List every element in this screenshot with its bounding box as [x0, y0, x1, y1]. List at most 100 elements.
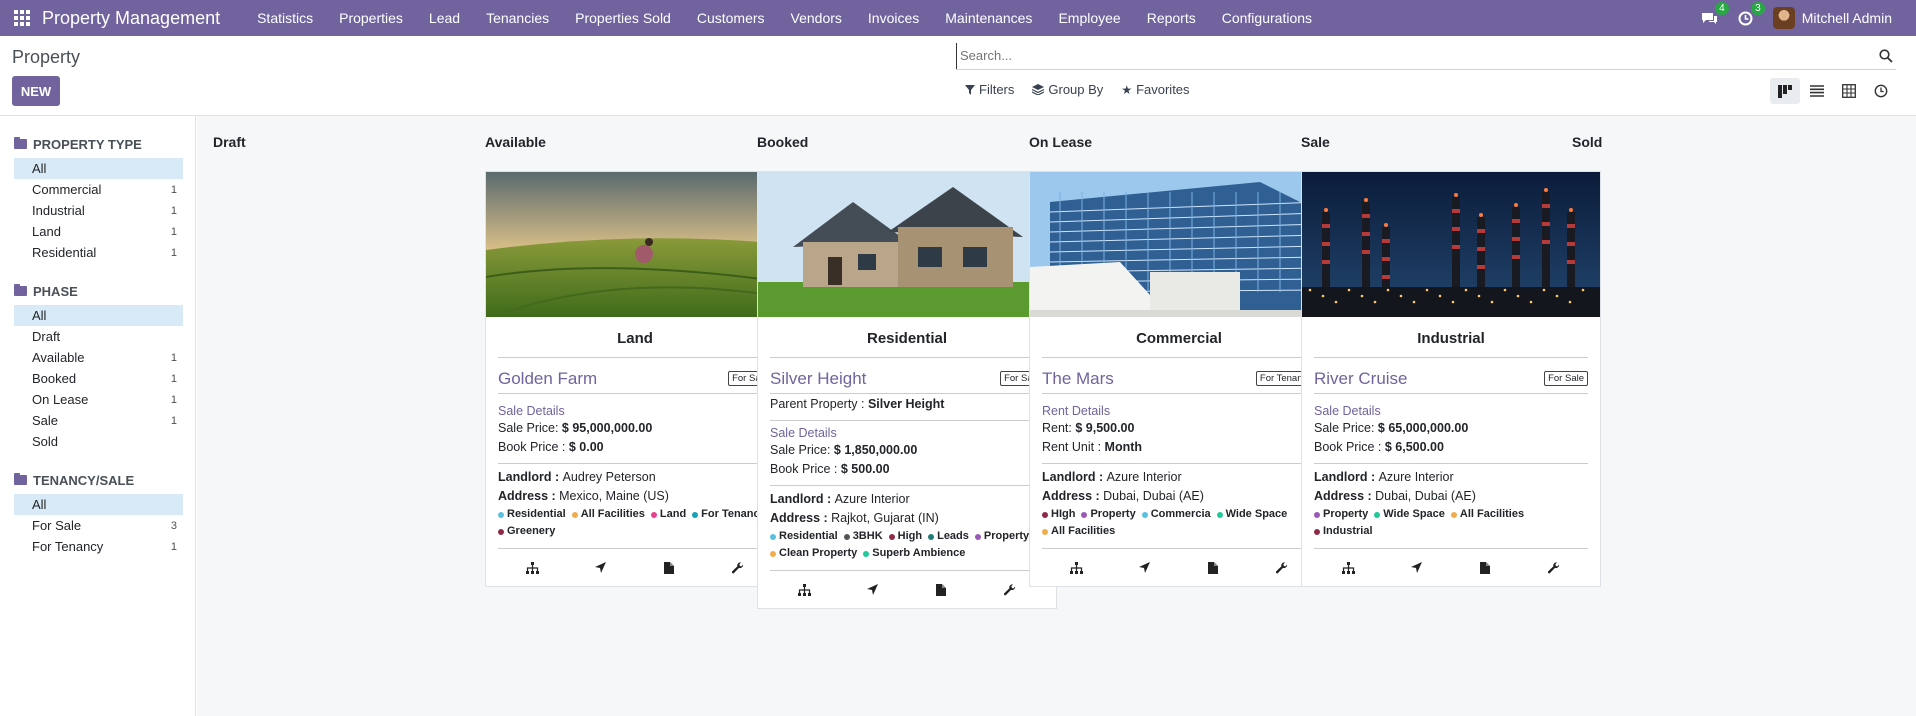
document-icon[interactable]	[1475, 558, 1495, 578]
divider	[498, 463, 772, 464]
filter-item-count: 1	[170, 204, 177, 217]
apps-menu-icon[interactable]	[14, 10, 30, 26]
favorites-button[interactable]: ★ Favorites	[1121, 82, 1189, 97]
search-input[interactable]	[956, 42, 1876, 69]
menu-item-tenancies[interactable]: Tenancies	[473, 10, 562, 26]
tag: 3BHK	[843, 529, 883, 544]
column-header-available[interactable]: Available	[485, 134, 546, 150]
tag: Property	[1081, 507, 1136, 522]
document-icon[interactable]	[1203, 558, 1223, 578]
filter-item-draft[interactable]: Draft	[14, 326, 183, 347]
column-header-sold[interactable]: Sold	[1572, 134, 1602, 150]
document-icon[interactable]	[931, 580, 951, 600]
filters-button[interactable]: Filters	[965, 82, 1014, 97]
activities-clock-icon[interactable]: 3	[1737, 2, 1765, 27]
property-card[interactable]: Commercial The Mars For Tenancy Rent Detail…	[1029, 171, 1329, 587]
column-header-draft[interactable]: Draft	[213, 134, 246, 150]
menu-item-configurations[interactable]: Configurations	[1209, 10, 1325, 26]
landlord-line: Landlord : Azure Interior	[770, 492, 910, 506]
list-view-icon[interactable]	[1802, 78, 1832, 104]
menu-item-lead[interactable]: Lead	[416, 10, 473, 26]
menu-item-invoices[interactable]: Invoices	[855, 10, 932, 26]
property-card[interactable]: Residential Silver Height For Sale Parent P…	[757, 171, 1057, 609]
tag-color-dot	[1042, 528, 1048, 535]
column-header-booked[interactable]: Booked	[757, 134, 808, 150]
tag: Land	[650, 507, 686, 522]
menu-item-statistics[interactable]: Statistics	[244, 10, 326, 26]
property-category: Residential	[770, 317, 1044, 358]
wrench-icon[interactable]	[728, 558, 748, 578]
main-menu: Statistics Properties Lead Tenancies Propert…	[244, 10, 1325, 26]
menu-item-vendors[interactable]: Vendors	[778, 10, 855, 26]
location-arrow-icon[interactable]	[1407, 558, 1427, 578]
filter-item-all[interactable]: All	[14, 494, 183, 515]
location-arrow-icon[interactable]	[591, 558, 611, 578]
menu-item-maintenances[interactable]: Maintenances	[932, 10, 1045, 26]
tag: Greenery	[498, 524, 555, 539]
divider	[1314, 463, 1588, 464]
sitemap-icon[interactable]	[522, 558, 542, 578]
property-card[interactable]: Land Golden Farm For Sale Sale Details Sale …	[485, 171, 785, 587]
document-icon[interactable]	[659, 558, 679, 578]
new-button[interactable]: NEW	[12, 76, 60, 106]
filter-item-label: For Sale	[32, 518, 82, 533]
tag-color-dot	[974, 533, 981, 540]
tag: Wide Space	[1216, 507, 1287, 522]
card-actions	[1314, 548, 1588, 586]
wrench-icon[interactable]	[1272, 558, 1292, 578]
kanban-view-icon[interactable]	[1770, 78, 1800, 104]
filter-group-property-type: PROPERTY TYPE All Commercial 1 Industrial 1 La…	[14, 134, 183, 263]
filter-item-label: Land	[32, 224, 61, 239]
card-body: Golden Farm For Sale Sale Details Sale Pric…	[486, 358, 784, 539]
filter-item-booked[interactable]: Booked 1	[14, 368, 183, 389]
activity-view-icon[interactable]	[1866, 78, 1896, 104]
section-heading: Rent Details	[1042, 404, 1111, 418]
wrench-icon[interactable]	[1000, 580, 1020, 600]
menu-item-properties-sold[interactable]: Properties Sold	[562, 10, 684, 26]
menu-item-properties[interactable]: Properties	[326, 10, 416, 26]
property-name[interactable]: Silver Height	[770, 369, 866, 389]
search-icon[interactable]	[1876, 46, 1896, 66]
filter-item-residential[interactable]: Residential 1	[14, 242, 183, 263]
location-arrow-icon[interactable]	[863, 580, 883, 600]
property-card[interactable]: Industrial River Cruise For Sale Sale Detai…	[1301, 171, 1601, 587]
wrench-icon[interactable]	[1544, 558, 1564, 578]
filter-item-land[interactable]: Land 1	[14, 221, 183, 242]
filter-item-label: For Tenancy	[32, 539, 104, 554]
filter-item-all[interactable]: All	[14, 158, 183, 179]
avatar	[1772, 7, 1795, 29]
search-bar	[956, 42, 1896, 70]
filter-item-commercial[interactable]: Commercial 1	[14, 179, 183, 200]
property-name[interactable]: Golden Farm	[498, 369, 597, 389]
menu-item-employee[interactable]: Employee	[1045, 10, 1133, 26]
sitemap-icon[interactable]	[794, 580, 814, 600]
menu-item-customers[interactable]: Customers	[684, 10, 778, 26]
sitemap-icon[interactable]	[1338, 558, 1358, 578]
tag-color-dot	[1042, 511, 1048, 518]
property-name[interactable]: River Cruise	[1314, 369, 1408, 389]
filter-item-count: 1	[170, 183, 177, 196]
location-arrow-icon[interactable]	[1135, 558, 1155, 578]
filter-item-all[interactable]: All	[14, 305, 183, 326]
filter-item-for-tenancy[interactable]: For Tenancy 1	[14, 536, 183, 557]
pivot-view-icon[interactable]	[1834, 78, 1864, 104]
filter-item-sold[interactable]: Sold	[14, 431, 183, 452]
card-body: The Mars For Tenancy Rent Details Rent: $ 9…	[1030, 358, 1328, 539]
user-menu[interactable]: Mitchell Admin	[1772, 7, 1892, 29]
tag-list: Property Wide Space All Facilities Industri…	[1314, 507, 1588, 539]
filter-item-sale[interactable]: Sale 1	[14, 410, 183, 431]
property-name[interactable]: The Mars	[1042, 369, 1114, 389]
filter-item-on-lease[interactable]: On Lease 1	[14, 389, 183, 410]
filter-item-industrial[interactable]: Industrial 1	[14, 200, 183, 221]
column-header-sale[interactable]: Sale	[1301, 134, 1330, 150]
sitemap-icon[interactable]	[1066, 558, 1086, 578]
filter-item-label: Residential	[32, 245, 97, 260]
messages-icon[interactable]: 4	[1701, 2, 1729, 27]
folder-icon	[14, 473, 27, 485]
column-header-on-lease[interactable]: On Lease	[1029, 134, 1092, 150]
group-by-button[interactable]: Group By	[1032, 82, 1103, 97]
menu-item-reports[interactable]: Reports	[1134, 10, 1209, 26]
filter-item-for-sale[interactable]: For Sale 3	[14, 515, 183, 536]
filter-item-available[interactable]: Available 1	[14, 347, 183, 368]
app-brand[interactable]: Property Management	[42, 8, 220, 29]
